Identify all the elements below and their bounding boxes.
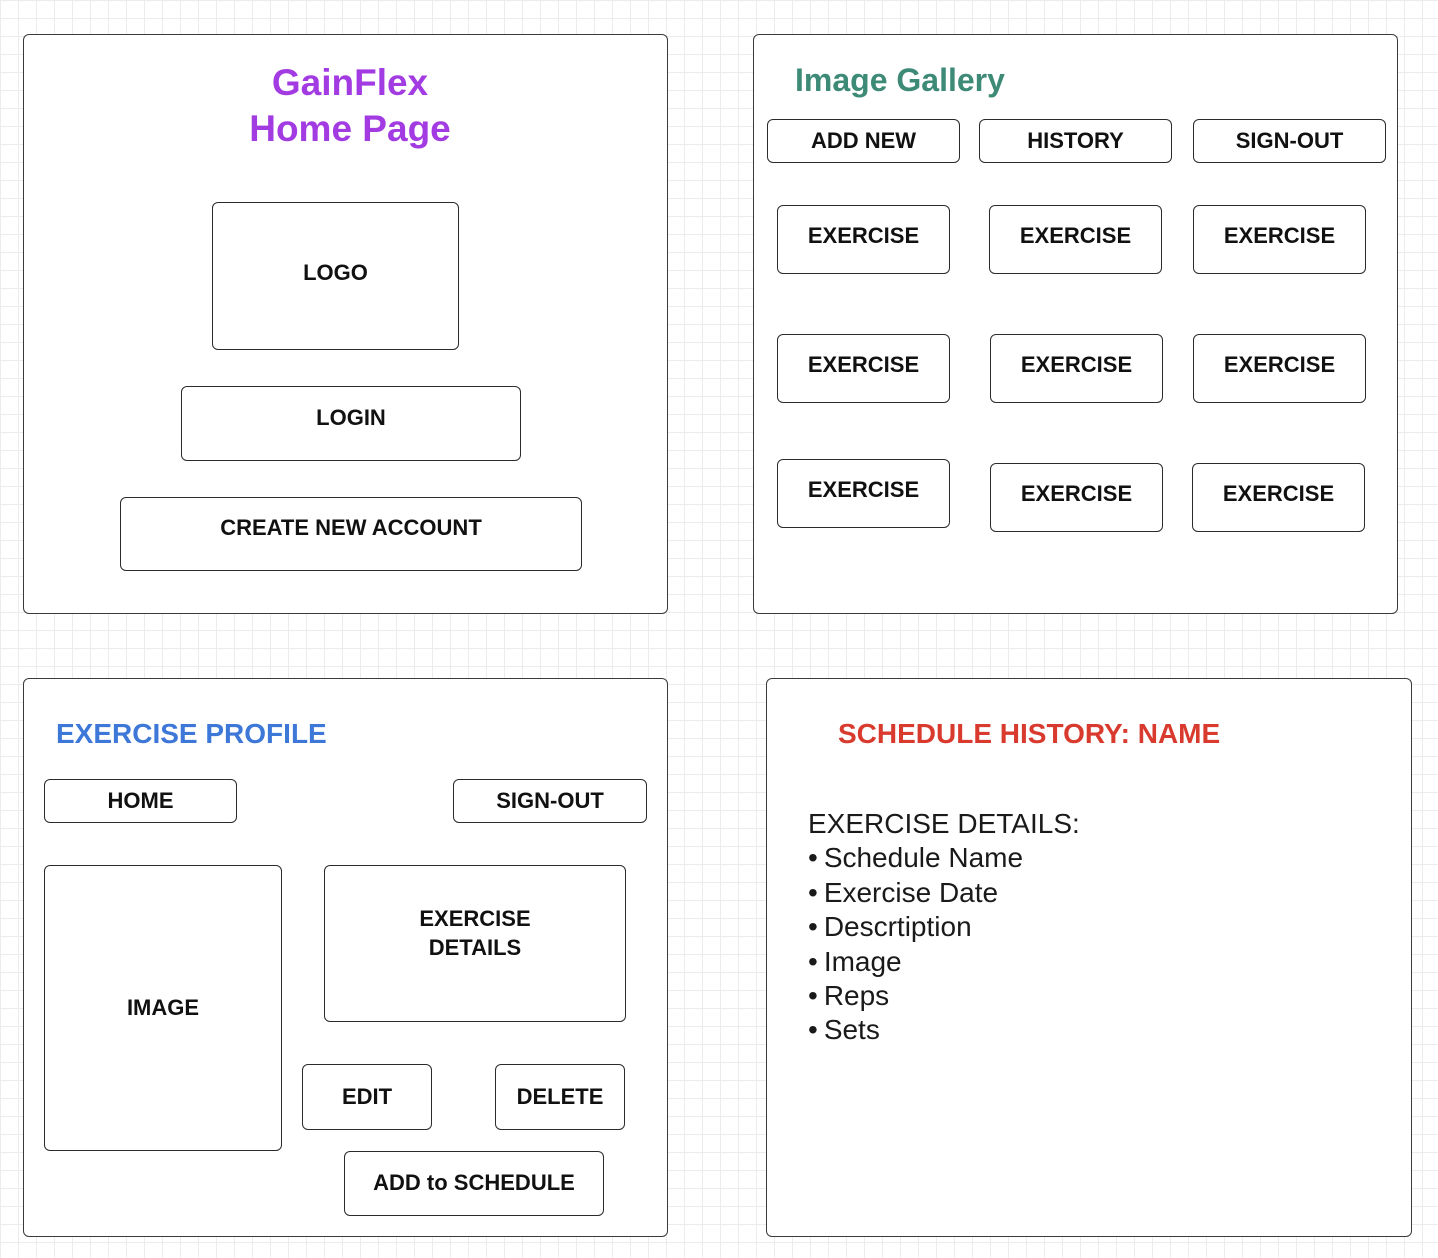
logo-label: LOGO bbox=[303, 259, 368, 285]
delete-label: DELETE bbox=[516, 1083, 604, 1109]
gallery-title: Image Gallery bbox=[795, 62, 1005, 98]
exercise-image-label: IMAGE bbox=[126, 994, 200, 1020]
exercise-tile-label: EXERCISE bbox=[1222, 481, 1335, 507]
exercise-tile-label: EXERCISE bbox=[1019, 223, 1132, 249]
exercise-tile[interactable]: EXERCISE bbox=[1192, 463, 1365, 532]
add-to-schedule-label: ADD to SCHEDULE bbox=[373, 1170, 575, 1196]
detail-item-schedule-name: Schedule Name bbox=[808, 841, 1080, 875]
detail-item-image: Image bbox=[808, 945, 1080, 979]
exercise-tile-label: EXERCISE bbox=[1020, 481, 1133, 507]
edit-label: EDIT bbox=[341, 1083, 393, 1109]
exercise-tile[interactable]: EXERCISE bbox=[777, 334, 950, 403]
exercise-details-box: EXERCISE DETAILS bbox=[324, 865, 626, 1022]
detail-item-exercise-date: Exercise Date bbox=[808, 876, 1080, 910]
profile-sign-out-button[interactable]: SIGN-OUT bbox=[453, 779, 647, 823]
detail-item-description: Descrtiption bbox=[808, 910, 1080, 944]
exercise-tile[interactable]: EXERCISE bbox=[777, 205, 950, 274]
exercise-tile-label: EXERCISE bbox=[807, 352, 920, 378]
exercise-tile[interactable]: EXERCISE bbox=[1193, 205, 1366, 274]
login-button[interactable]: LOGIN bbox=[181, 386, 521, 461]
exercise-details-line1: EXERCISE bbox=[419, 905, 531, 931]
exercise-tile-label: EXERCISE bbox=[1223, 352, 1336, 378]
add-new-label: ADD NEW bbox=[810, 127, 917, 153]
home-button[interactable]: HOME bbox=[44, 779, 237, 823]
detail-item-reps: Reps bbox=[808, 979, 1080, 1013]
details-items: Schedule Name Exercise Date Descrtiption… bbox=[808, 841, 1080, 1047]
logo-box: LOGO bbox=[212, 202, 459, 350]
exercise-details-heading: EXERCISE DETAILS: bbox=[808, 808, 1080, 839]
home-label: HOME bbox=[107, 787, 174, 813]
profile-title: EXERCISE PROFILE bbox=[56, 718, 327, 749]
gallery-sign-out-button[interactable]: SIGN-OUT bbox=[1193, 119, 1386, 163]
add-new-button[interactable]: ADD NEW bbox=[767, 119, 960, 163]
history-title: SCHEDULE HISTORY: NAME bbox=[838, 718, 1221, 749]
exercise-tile-label: EXERCISE bbox=[1020, 352, 1133, 378]
exercise-tile-label: EXERCISE bbox=[807, 477, 920, 503]
exercise-details-line2: DETAILS bbox=[428, 934, 522, 960]
create-account-label: CREATE NEW ACCOUNT bbox=[220, 514, 482, 540]
exercise-tile[interactable]: EXERCISE bbox=[989, 205, 1162, 274]
add-to-schedule-button[interactable]: ADD to SCHEDULE bbox=[344, 1151, 604, 1216]
login-label: LOGIN bbox=[316, 405, 386, 431]
edit-button[interactable]: EDIT bbox=[302, 1064, 432, 1130]
home-page-title-line2: Home Page bbox=[249, 108, 451, 149]
home-page-title-line1: GainFlex bbox=[271, 62, 429, 103]
history-button[interactable]: HISTORY bbox=[979, 119, 1172, 163]
exercise-tile[interactable]: EXERCISE bbox=[1193, 334, 1366, 403]
exercise-tile[interactable]: EXERCISE bbox=[990, 463, 1163, 532]
detail-item-sets: Sets bbox=[808, 1013, 1080, 1047]
delete-button[interactable]: DELETE bbox=[495, 1064, 625, 1130]
home-page-title: GainFlex Home Page bbox=[150, 60, 550, 152]
exercise-tile[interactable]: EXERCISE bbox=[990, 334, 1163, 403]
gallery-sign-out-label: SIGN-OUT bbox=[1235, 127, 1344, 153]
exercise-tile-label: EXERCISE bbox=[807, 223, 920, 249]
history-label: HISTORY bbox=[1027, 127, 1124, 153]
exercise-tile[interactable]: EXERCISE bbox=[777, 459, 950, 528]
exercise-tile-label: EXERCISE bbox=[1223, 223, 1336, 249]
create-account-button[interactable]: CREATE NEW ACCOUNT bbox=[120, 497, 582, 571]
exercise-image: IMAGE bbox=[44, 865, 282, 1151]
profile-sign-out-label: SIGN-OUT bbox=[496, 787, 604, 813]
exercise-details-list: EXERCISE DETAILS: Schedule Name Exercise… bbox=[808, 807, 1080, 1048]
